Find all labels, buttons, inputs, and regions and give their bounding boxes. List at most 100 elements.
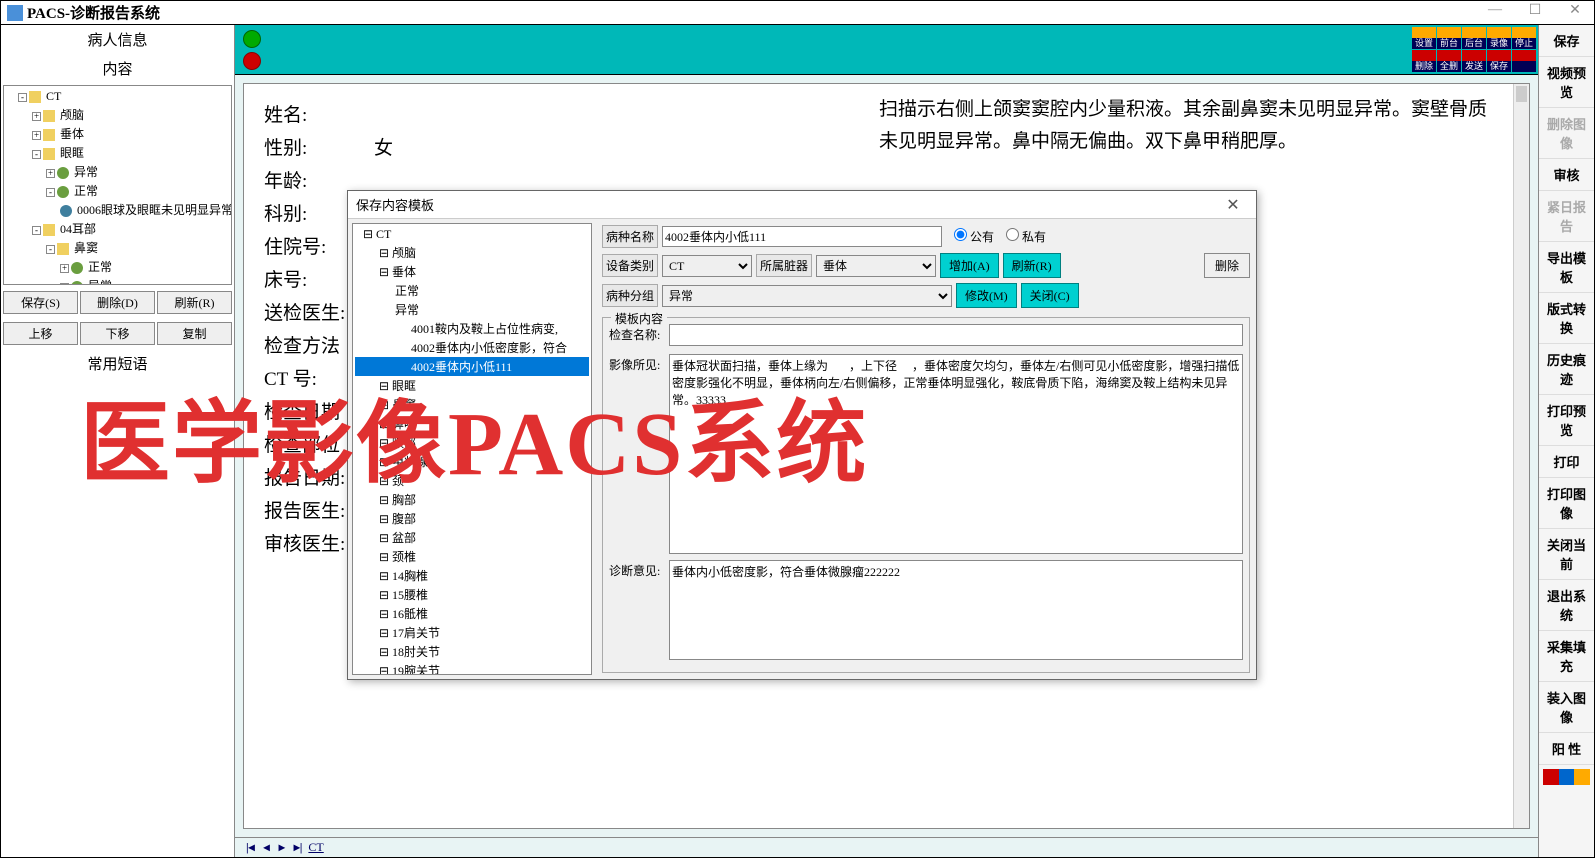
toolbar-green-icon[interactable] [243, 30, 261, 48]
tab-ct[interactable]: CT [308, 840, 323, 854]
close2-button[interactable]: 关闭(C) [1021, 283, 1079, 308]
tree-node[interactable]: + 正常 [6, 257, 229, 276]
dialog-tree-node[interactable]: ⊟ 甲状腺 [355, 452, 589, 471]
toolbar-icon[interactable]: 前台 [1437, 27, 1461, 49]
dialog-tree-node[interactable]: ⊟ 鼻窦 [355, 395, 589, 414]
dialog-close-icon[interactable]: ✕ [1218, 195, 1248, 215]
tree-node[interactable]: - CT [6, 88, 229, 105]
red-icon[interactable] [1543, 769, 1559, 785]
exam-name-input[interactable] [669, 324, 1243, 346]
tree-node[interactable]: - 鼻窦 [6, 238, 229, 257]
diagnosis-textarea[interactable] [669, 560, 1243, 660]
group-select[interactable]: 异常 [662, 285, 952, 307]
dialog-tree-node[interactable]: ⊟ 喉部 [355, 433, 589, 452]
right-button[interactable]: 采集填充 [1539, 631, 1594, 682]
dialog-tree-node[interactable]: ⊟ CT [355, 226, 589, 243]
right-button[interactable]: 版式转换 [1539, 293, 1594, 344]
public-radio[interactable]: 公有 [954, 228, 994, 245]
toolbar-icon[interactable] [1512, 50, 1536, 72]
tab-prev-icon[interactable]: ◂ [261, 840, 273, 855]
dialog-tree-node[interactable]: ⊟ 18肘关节 [355, 642, 589, 661]
copy-button[interactable]: 复制 [157, 322, 232, 345]
toolbar-icon[interactable]: 停止 [1512, 27, 1536, 49]
template-tree[interactable]: - CT+ 颅脑+ 垂体- 眼眶+ 异常- 正常 0006眼球及眼眶未见明显异常… [3, 85, 232, 285]
delete2-button[interactable]: 删除 [1204, 253, 1250, 278]
dialog-tree-node[interactable]: ⊟ 颅脑 [355, 243, 589, 262]
tree-node[interactable]: - 异常 [6, 276, 229, 285]
tree-node[interactable]: - 04耳部 [6, 219, 229, 238]
dialog-tree-node[interactable]: ⊟ 颈椎 [355, 547, 589, 566]
close-button[interactable]: ✕ [1555, 2, 1595, 22]
tree-node[interactable]: + 异常 [6, 162, 229, 181]
tab-first-icon[interactable]: |◂ [243, 840, 258, 855]
right-button[interactable]: 打印预览 [1539, 395, 1594, 446]
delete-button[interactable]: 删除(D) [80, 291, 155, 314]
tab-next-icon[interactable]: ▸ [276, 840, 288, 855]
refresh-button[interactable]: 刷新(R) [157, 291, 232, 314]
scroll-thumb[interactable] [1516, 86, 1527, 102]
tree-node[interactable]: 0006眼球及眼眶未见明显异常 [6, 200, 229, 219]
dialog-tree-node[interactable]: ⊟ 颈 [355, 471, 589, 490]
right-button[interactable]: 打印 [1539, 446, 1594, 478]
device-type-select[interactable]: CT [662, 255, 752, 277]
modify-button[interactable]: 修改(M) [956, 283, 1017, 308]
right-button[interactable]: 紧日报告 [1539, 191, 1594, 242]
dialog-tree-node[interactable]: ⊟ 盆部 [355, 528, 589, 547]
save-button[interactable]: 保存(S) [3, 291, 78, 314]
movedown-button[interactable]: 下移 [80, 322, 155, 345]
dialog-tree-node[interactable]: ⊟ 14胸椎 [355, 566, 589, 585]
dialog-tree[interactable]: ⊟ CT⊟ 颅脑⊟ 垂体正常异常4001鞍内及鞍上占位性病变,4002垂体内小低… [352, 223, 592, 675]
dialog-tree-node[interactable]: ⊟ 鼻咽 [355, 414, 589, 433]
toolbar-icon[interactable]: 后台 [1462, 27, 1486, 49]
scrollbar[interactable] [1513, 84, 1529, 828]
toolbar-icon[interactable]: 保存 [1487, 50, 1511, 72]
toolbar-red-icon[interactable] [243, 52, 261, 70]
minimize-button[interactable]: — [1475, 2, 1515, 22]
dialog-tree-node[interactable]: ⊟ 垂体 [355, 262, 589, 281]
diagnosis-label: 诊断意见: [609, 560, 669, 660]
moveup-button[interactable]: 上移 [3, 322, 78, 345]
tree-node[interactable]: - 眼眶 [6, 143, 229, 162]
dialog-tree-node[interactable]: 4002垂体内小低密度影，符合 [355, 338, 589, 357]
tree-node[interactable]: + 颅脑 [6, 105, 229, 124]
toolbar-icon[interactable]: 录像 [1487, 27, 1511, 49]
dialog-tree-node[interactable]: ⊟ 16骶椎 [355, 604, 589, 623]
dialog-tree-node[interactable]: 正常 [355, 281, 589, 300]
refresh2-button[interactable]: 刷新(R) [1003, 253, 1061, 278]
tree-node[interactable]: + 垂体 [6, 124, 229, 143]
right-button[interactable]: 阳 性 [1539, 733, 1594, 765]
disease-name-input[interactable] [662, 226, 942, 247]
dialog-tree-node[interactable]: ⊟ 17肩关节 [355, 623, 589, 642]
dialog-tree-node[interactable]: ⊟ 19腕关节 [355, 661, 589, 675]
right-button[interactable]: 装入图像 [1539, 682, 1594, 733]
blue-icon[interactable] [1559, 769, 1575, 785]
maximize-button[interactable]: ☐ [1515, 2, 1555, 22]
toolbar-icon[interactable]: 删除 [1412, 50, 1436, 72]
tree-node[interactable]: - 正常 [6, 181, 229, 200]
right-button[interactable]: 打印图像 [1539, 478, 1594, 529]
add-button[interactable]: 增加(A) [940, 253, 999, 278]
private-radio[interactable]: 私有 [1006, 228, 1046, 245]
dialog-tree-node[interactable]: 异常 [355, 300, 589, 319]
right-button[interactable]: 删除图像 [1539, 108, 1594, 159]
organ-select[interactable]: 垂体 [816, 255, 936, 277]
dialog-tree-node[interactable]: 4002垂体内小低111 [355, 357, 589, 376]
tab-last-icon[interactable]: ▸| [291, 840, 306, 855]
dialog-tree-node[interactable]: ⊟ 眼眶 [355, 376, 589, 395]
right-button[interactable]: 历史痕迹 [1539, 344, 1594, 395]
right-button[interactable]: 视频预览 [1539, 57, 1594, 108]
right-button[interactable]: 退出系统 [1539, 580, 1594, 631]
findings-textarea[interactable] [669, 354, 1243, 554]
right-button[interactable]: 保存 [1539, 25, 1594, 57]
yellow-icon[interactable] [1574, 769, 1590, 785]
dialog-tree-node[interactable]: ⊟ 腹部 [355, 509, 589, 528]
dialog-tree-node[interactable]: ⊟ 15腰椎 [355, 585, 589, 604]
dialog-tree-node[interactable]: ⊟ 胸部 [355, 490, 589, 509]
dialog-tree-node[interactable]: 4001鞍内及鞍上占位性病变, [355, 319, 589, 338]
toolbar-icon[interactable]: 设置 [1412, 27, 1436, 49]
right-button[interactable]: 关闭当前 [1539, 529, 1594, 580]
toolbar-icon[interactable]: 发送 [1462, 50, 1486, 72]
toolbar-icon[interactable]: 全删 [1437, 50, 1461, 72]
right-button[interactable]: 导出模板 [1539, 242, 1594, 293]
right-button[interactable]: 审核 [1539, 159, 1594, 191]
